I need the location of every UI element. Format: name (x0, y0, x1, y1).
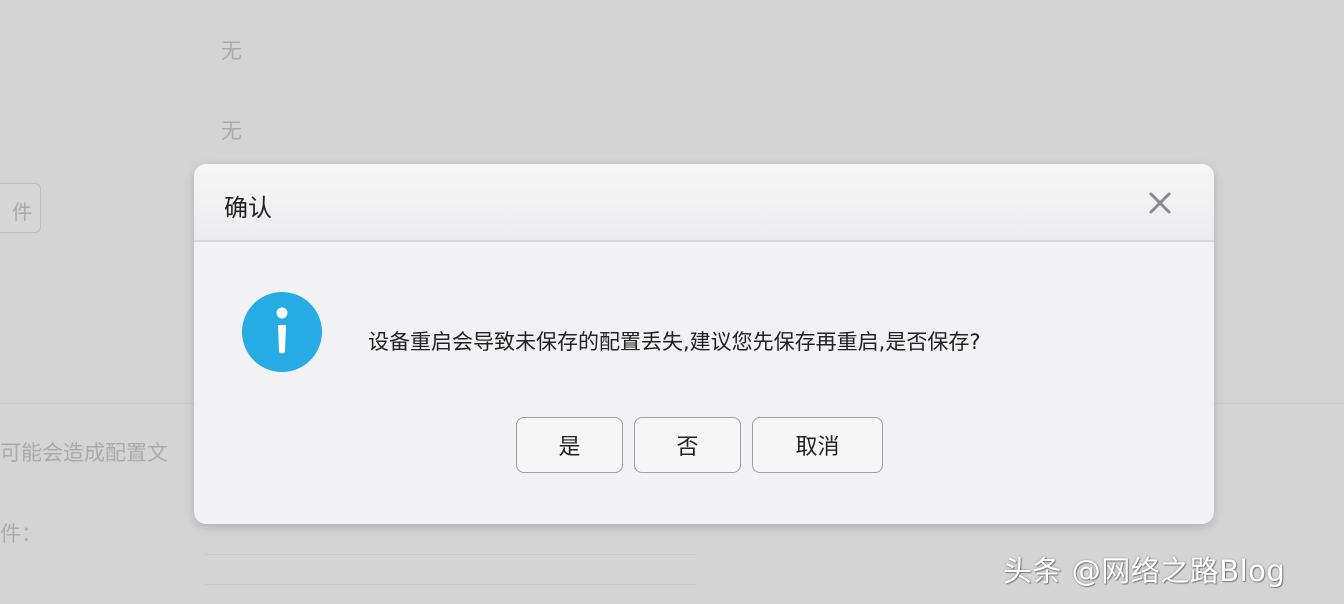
yes-button[interactable]: 是 (516, 417, 623, 473)
background-field-line (205, 584, 697, 585)
confirm-dialog: 确认 设备重启会导致未保存的配置丢失,建议您先保存再重启,是否保存? 是 否 取… (194, 164, 1214, 524)
background-value: 无 (221, 39, 242, 63)
dialog-title: 确认 (224, 194, 272, 222)
dialog-header: 确认 (194, 164, 1214, 242)
background-value: 无 (221, 119, 242, 143)
watermark: 头条 @网络之路Blog (1003, 554, 1286, 588)
dialog-message: 设备重启会导致未保存的配置丢失,建议您先保存再重启,是否保存? (368, 330, 981, 354)
background-button: 件 (0, 183, 41, 233)
background-warning-text: 可能会造成配置文 (0, 441, 168, 465)
no-button[interactable]: 否 (634, 417, 741, 473)
background-field-line (205, 554, 697, 555)
close-icon (1149, 192, 1171, 214)
background-button-label: 件 (12, 200, 32, 224)
info-icon (241, 291, 323, 373)
background-field-label: 件： (0, 522, 42, 546)
cancel-button[interactable]: 取消 (752, 417, 883, 473)
close-button[interactable] (1146, 189, 1174, 217)
